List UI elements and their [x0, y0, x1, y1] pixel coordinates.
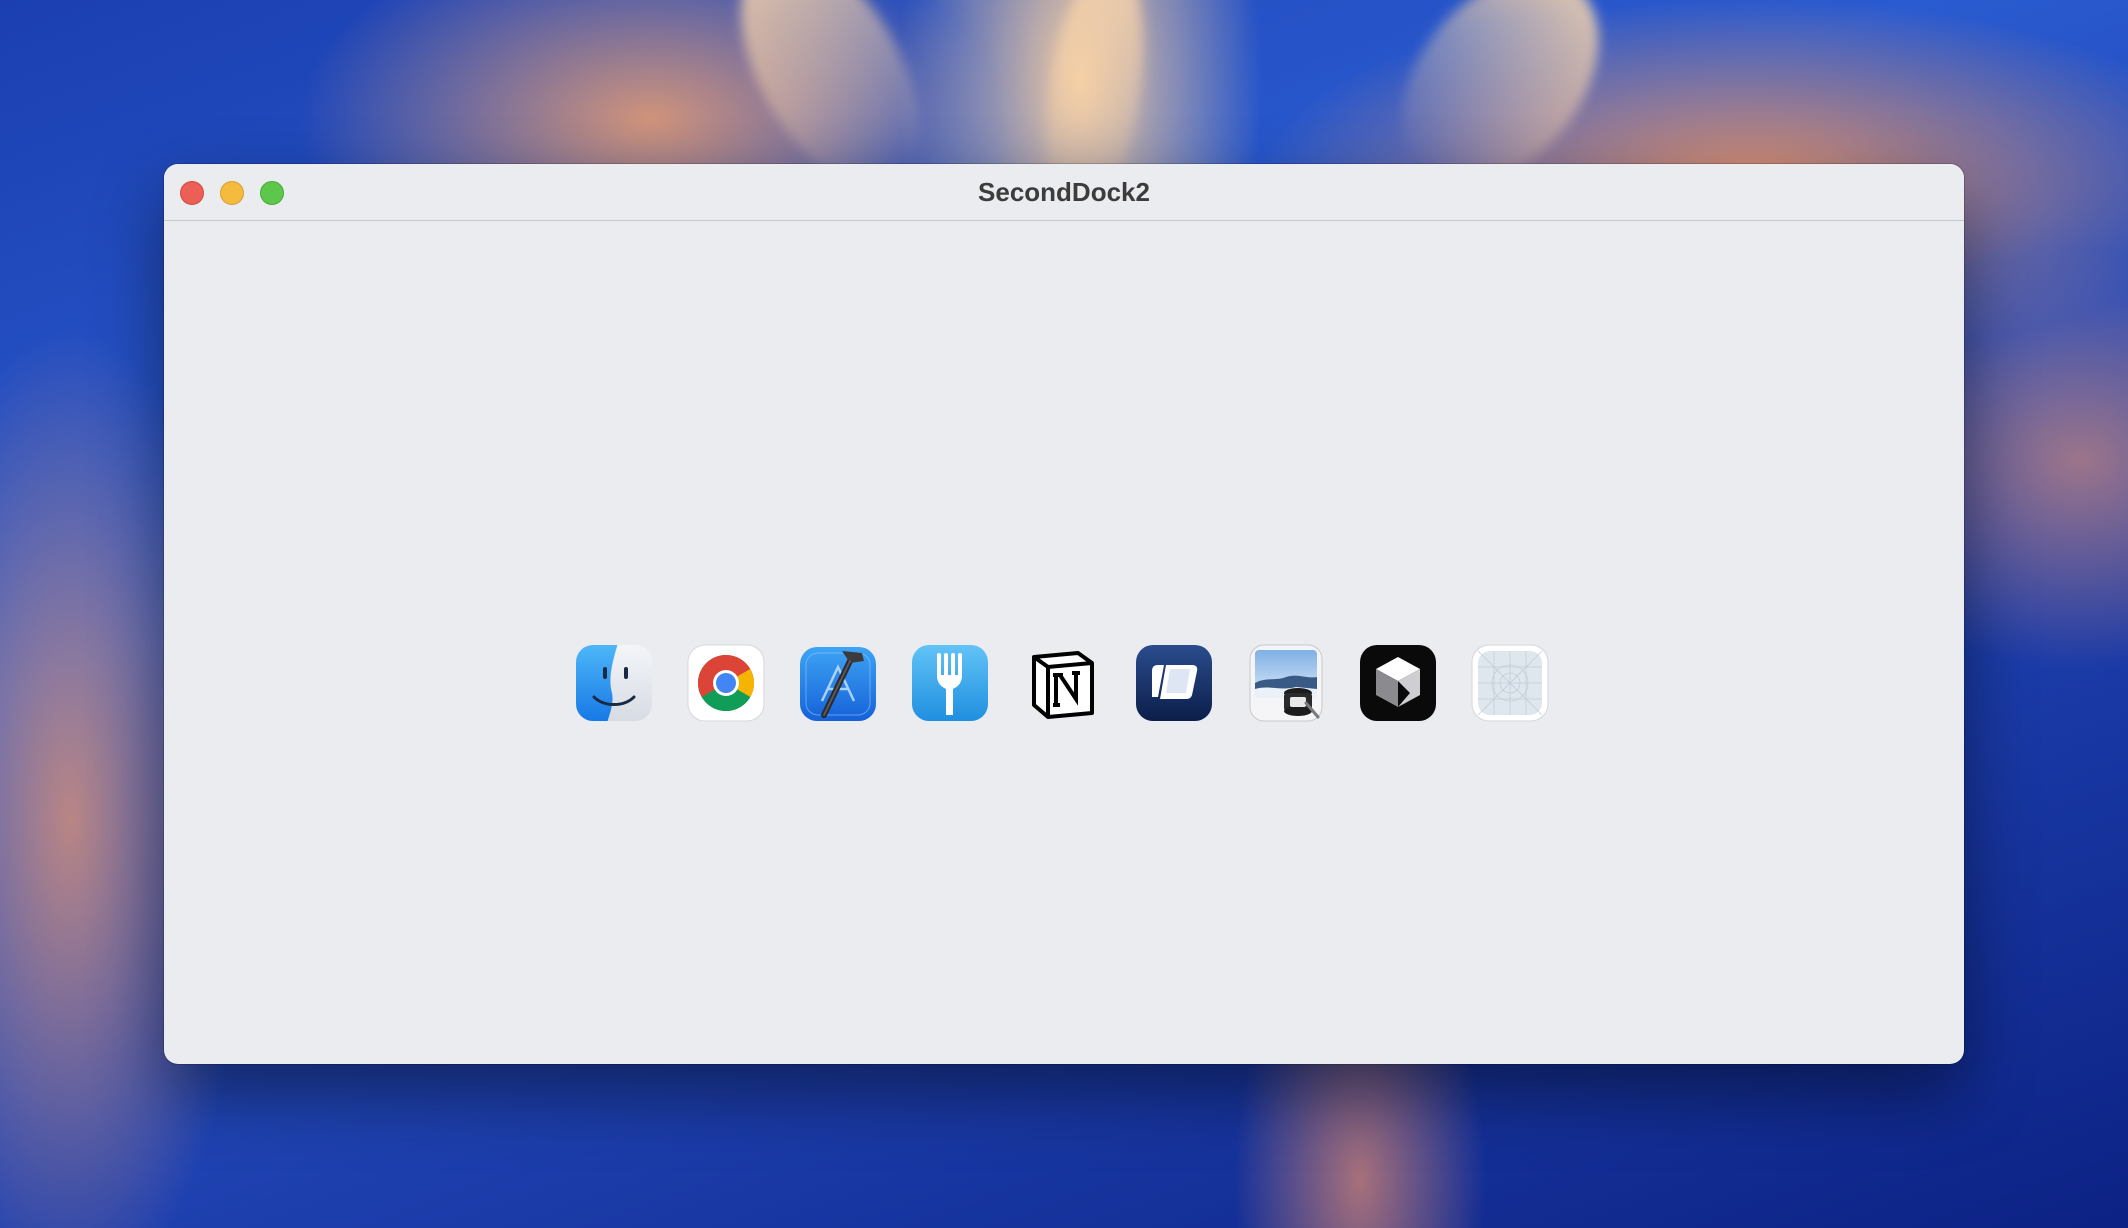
chrome-icon[interactable]: [686, 643, 766, 723]
dock-app-row: [574, 641, 1550, 725]
xcode-icon[interactable]: [798, 643, 878, 723]
finder-icon[interactable]: [574, 643, 654, 723]
maximize-button[interactable]: [260, 181, 284, 205]
minimize-button[interactable]: [220, 181, 244, 205]
preview-icon[interactable]: [1246, 643, 1326, 723]
notion-icon[interactable]: [1022, 643, 1102, 723]
cube-app-icon[interactable]: [1358, 643, 1438, 723]
close-button[interactable]: [180, 181, 204, 205]
generic-app-icon[interactable]: [1470, 643, 1550, 723]
title-bar[interactable]: SecondDock2: [164, 164, 1964, 221]
app-window: SecondDock2: [164, 164, 1964, 1064]
crossover-icon[interactable]: [1134, 643, 1214, 723]
fork-icon[interactable]: [910, 643, 990, 723]
window-title: SecondDock2: [978, 177, 1150, 207]
window-content: [164, 221, 1964, 1064]
